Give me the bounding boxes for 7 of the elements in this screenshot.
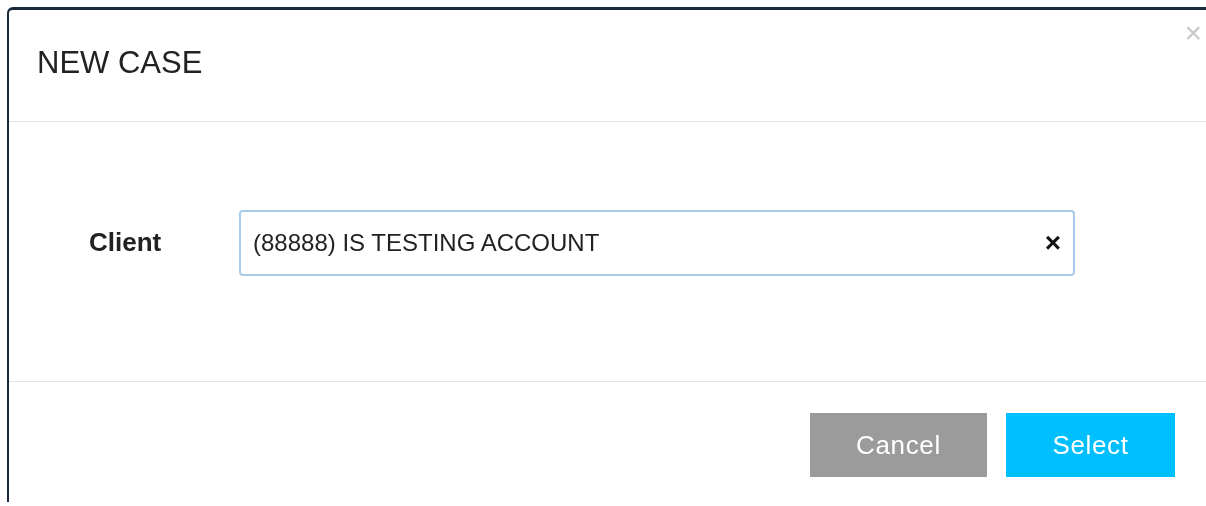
clear-button[interactable]: ×	[1044, 228, 1061, 257]
client-label: Client	[89, 226, 163, 259]
cancel-button[interactable]: Cancel	[810, 413, 987, 477]
dialog-title: NEW CASE	[37, 44, 203, 83]
client-field[interactable]: (88888) IS TESTING ACCOUNT ×	[239, 209, 1075, 276]
close-button[interactable]: ×	[1184, 18, 1202, 48]
select-button[interactable]: Select	[1006, 413, 1175, 477]
